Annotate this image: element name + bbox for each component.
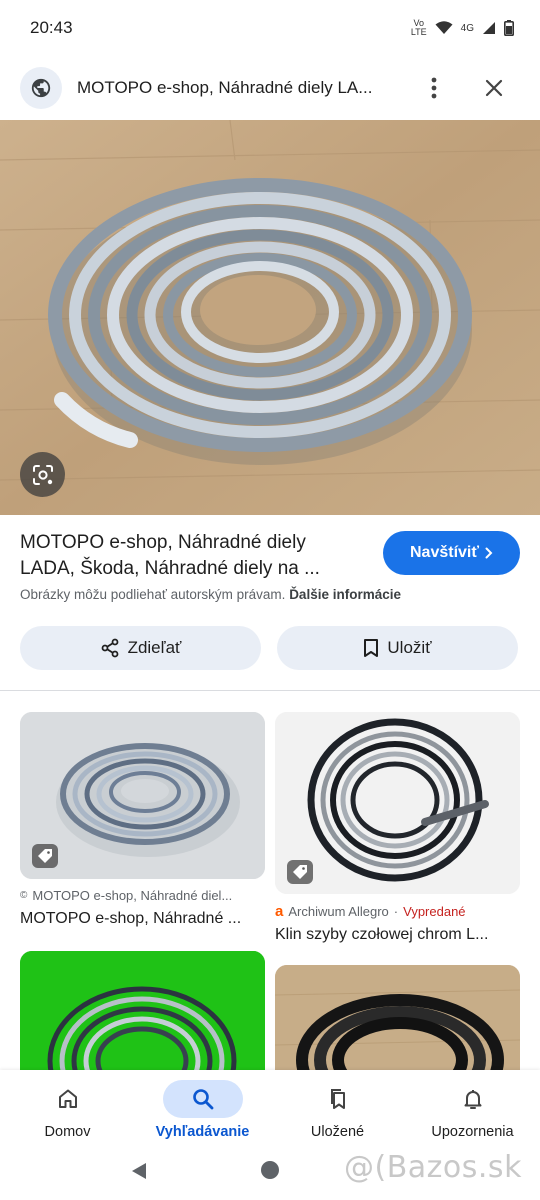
more-vert-icon [431, 77, 437, 99]
home-button[interactable] [261, 1161, 279, 1179]
lens-icon [32, 464, 53, 485]
related-source-2[interactable]: a Archiwum Allegro · Vypredané [275, 903, 520, 920]
share-icon [101, 638, 118, 658]
source-favicon: © [20, 890, 28, 901]
volte-indicator: Vo LTE [411, 19, 427, 37]
home-icon [58, 1089, 77, 1108]
related-image-2[interactable] [275, 712, 520, 894]
divider [0, 690, 540, 691]
watermark: @(Bazos.sk [344, 1150, 522, 1185]
status-icons: Vo LTE 4G [411, 19, 514, 37]
back-icon[interactable] [130, 1161, 148, 1181]
volte-bottom: LTE [410, 27, 427, 37]
tag-icon [38, 849, 52, 863]
sold-out-badge: Vypredané [403, 904, 466, 919]
more-options-button[interactable] [420, 74, 448, 102]
result-title[interactable]: MOTOPO e-shop, Náhradné diely LADA, Škod… [20, 530, 350, 582]
nav-saved-label: Uložené [310, 1124, 365, 1140]
bookmark-icon [364, 639, 379, 657]
close-button[interactable] [480, 74, 508, 102]
bottom-navigation: Domov Vyhľadávanie Uložené Upozornenia [0, 1070, 540, 1148]
copyright-text: Obrázky môžu podliehať autorským právam. [20, 587, 286, 602]
nav-notifications-pill [433, 1080, 513, 1118]
nav-search-label: Vyhľadávanie [155, 1124, 250, 1140]
share-label: Zdieľať [127, 638, 182, 657]
tag-icon [293, 865, 307, 879]
chrome-trim-coil-photo [0, 120, 540, 515]
source-header: MOTOPO e-shop, Náhradné diely LA... [0, 60, 540, 116]
nav-saved-pill [298, 1080, 378, 1118]
network-type: 4G [460, 22, 474, 34]
wifi-icon [435, 21, 453, 34]
nav-home-label: Domov [44, 1124, 91, 1140]
visit-label: Navštíviť [409, 544, 480, 561]
system-navigation-bar: @(Bazos.sk [0, 1148, 540, 1200]
nav-search[interactable]: Vyhľadávanie [135, 1070, 270, 1148]
bell-icon [464, 1090, 481, 1109]
allegro-icon: a [275, 903, 284, 920]
nav-search-pill [162, 1080, 243, 1118]
nav-home-pill [28, 1080, 108, 1118]
product-tag-badge [32, 844, 58, 868]
share-button[interactable]: Zdieľať [20, 626, 261, 670]
related-source-1[interactable]: © MOTOPO e-shop, Náhradné diel... [20, 888, 265, 903]
related-title-2[interactable]: Klin szyby czołowej chrom L... [275, 926, 520, 944]
signal-icon [483, 22, 495, 34]
status-time: 20:43 [30, 18, 73, 37]
product-tag-badge [287, 860, 313, 884]
visit-button[interactable]: Navštíviť [383, 531, 520, 575]
save-button[interactable]: Uložiť [277, 626, 518, 670]
save-label: Uložiť [387, 638, 432, 657]
nav-home[interactable]: Domov [0, 1070, 135, 1148]
related-image-1[interactable] [20, 712, 265, 879]
source-name: MOTOPO e-shop, Náhradné diel... [32, 888, 233, 903]
search-icon [192, 1089, 213, 1110]
battery-icon [504, 20, 514, 36]
site-favicon [20, 67, 62, 109]
close-icon [485, 79, 503, 97]
globe-icon [31, 78, 51, 98]
nav-saved[interactable]: Uložené [270, 1070, 405, 1148]
copyright-notice: Obrázky môžu podliehať autorským právam.… [20, 587, 401, 602]
status-bar: 20:43 Vo LTE 4G [0, 0, 540, 56]
nav-notifications[interactable]: Upozornenia [405, 1070, 540, 1148]
related-title-1[interactable]: MOTOPO e-shop, Náhradné ... [20, 910, 265, 928]
main-image[interactable] [0, 120, 540, 515]
google-lens-button[interactable] [20, 452, 65, 497]
chevron-right-icon [485, 547, 493, 559]
more-info-link[interactable]: Ďalšie informácie [289, 587, 401, 602]
page-title[interactable]: MOTOPO e-shop, Náhradné diely LA... [77, 78, 397, 98]
source-name: Archiwum Allegro [288, 904, 389, 919]
nav-notifications-label: Upozornenia [431, 1124, 514, 1140]
bookmarks-icon [330, 1089, 345, 1109]
